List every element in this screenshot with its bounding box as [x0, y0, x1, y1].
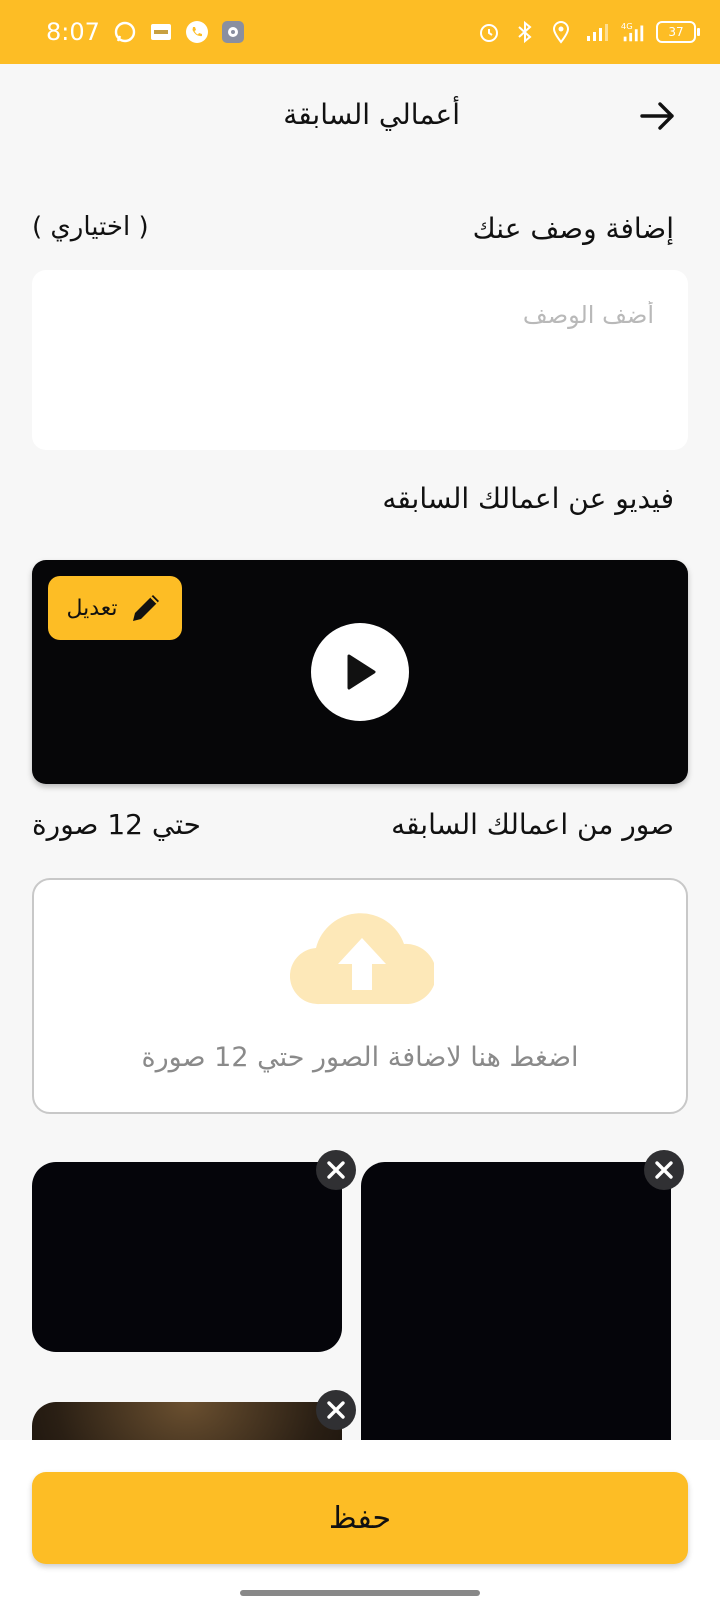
remove-photo-button[interactable]: [644, 1150, 684, 1190]
battery-icon: 37: [656, 21, 700, 43]
description-input[interactable]: [92, 300, 656, 330]
svg-text:4G: 4G: [621, 21, 633, 31]
play-icon: [347, 654, 376, 690]
status-icons-left: [112, 18, 246, 46]
photos-limit-label: حتي 12 صورة: [32, 808, 201, 841]
location-icon: [548, 19, 574, 45]
optional-label: ( اختياري ): [32, 212, 149, 242]
description-box: [32, 270, 688, 450]
description-label: إضافة وصف عنك: [472, 212, 674, 245]
video-player[interactable]: تعديل: [32, 560, 688, 784]
gallery-icon: [148, 19, 174, 45]
photos-label: صور من اعمالك السابقه: [391, 808, 674, 841]
upload-photos-area[interactable]: اضغط هنا لاضافة الصور حتي 12 صورة: [32, 878, 688, 1114]
remove-photo-button[interactable]: [316, 1150, 356, 1190]
save-label: حفظ: [328, 1500, 392, 1536]
top-bar: أعمالي السابقة: [0, 64, 720, 176]
cloud-upload-icon: [290, 913, 434, 1005]
status-time: 8:07: [46, 18, 100, 46]
arrow-right-icon: [640, 102, 674, 130]
status-icons-right: 4G 37: [476, 18, 700, 46]
edit-video-label: تعديل: [66, 595, 118, 621]
home-indicator[interactable]: [240, 1590, 480, 1596]
settings-icon: [220, 19, 246, 45]
close-icon: [327, 1161, 345, 1179]
alarm-icon: [476, 19, 502, 45]
video-label: فيديو عن اعمالك السابقه: [382, 482, 674, 515]
whatsapp-icon: [112, 19, 138, 45]
remove-photo-button[interactable]: [316, 1390, 356, 1430]
edit-video-button[interactable]: تعديل: [48, 576, 182, 640]
signal-4g-icon: 4G: [620, 19, 646, 45]
photo-thumbnail[interactable]: [32, 1162, 342, 1352]
bottom-panel: حفظ: [0, 1440, 720, 1600]
signal-icon: [584, 19, 610, 45]
pencil-icon: [132, 595, 159, 621]
back-button[interactable]: [636, 94, 680, 138]
bluetooth-icon: [512, 19, 538, 45]
play-button[interactable]: [311, 623, 409, 721]
save-button[interactable]: حفظ: [32, 1472, 688, 1564]
photo-thumbnail[interactable]: [361, 1162, 671, 1462]
status-bar: 8:07 4G 37: [0, 0, 720, 64]
close-icon: [327, 1401, 345, 1419]
upload-instructions: اضغط هنا لاضافة الصور حتي 12 صورة: [141, 1042, 579, 1073]
page-title: أعمالي السابقة: [283, 98, 460, 131]
phone-icon: [184, 19, 210, 45]
close-icon: [655, 1161, 673, 1179]
